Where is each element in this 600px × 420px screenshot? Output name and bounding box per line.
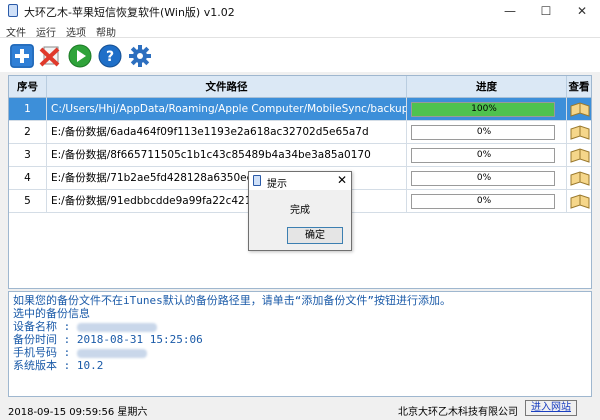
add-backup-button[interactable]: [10, 44, 34, 68]
menu-options[interactable]: 选项: [66, 24, 86, 39]
book-view-icon[interactable]: [570, 125, 590, 140]
dialog-close-button[interactable]: ✕: [337, 173, 347, 187]
help-button[interactable]: ?: [98, 44, 122, 68]
row-progress: 0%: [407, 190, 567, 213]
run-button[interactable]: [68, 44, 92, 68]
device-name-value-redacted: [76, 322, 157, 332]
backup-time-value: 2018-08-31 15:25:06: [76, 333, 203, 346]
phone-label: 手机号码 :: [13, 346, 71, 359]
progress-bar: 0%: [411, 148, 555, 163]
maximize-button[interactable]: ☐: [528, 2, 564, 20]
row-path: E:/备份数据/6ada464f09f113e1193e2a618ac32702…: [47, 121, 407, 144]
row-path: E:/备份数据/91edbbcdde9a99fa22c4212a0481f: [47, 190, 407, 213]
delete-icon: [39, 46, 60, 67]
dialog-message: 完成: [290, 205, 310, 216]
status-bar: 2018-09-15 09:59:56 星期六 北京大环乙木科技有限公司 进入网…: [0, 398, 600, 420]
row-num: 5: [9, 190, 47, 213]
progress-text: 0%: [476, 173, 492, 183]
play-icon: [68, 44, 92, 68]
app-phone-icon: [8, 4, 18, 17]
status-company: 北京大环乙木科技有限公司: [398, 407, 518, 418]
header-num: 序号: [9, 76, 47, 98]
row-progress: 0%: [407, 144, 567, 167]
progress-text: 0%: [476, 196, 492, 206]
backup-time-row: 备份时间 : 2018-08-31 15:25:06: [13, 333, 587, 346]
header-progress: 进度: [407, 76, 567, 98]
dialog-ok-button[interactable]: 确定: [287, 227, 343, 244]
book-view-icon[interactable]: [570, 171, 590, 186]
toolbar: ?: [0, 38, 600, 72]
status-datetime: 2018-09-15 09:59:56 星期六: [8, 407, 148, 418]
table-row[interactable]: 1 C:/Users/Hhj/AppData/Roaming/Apple Com…: [9, 98, 591, 121]
row-num: 3: [9, 144, 47, 167]
close-button[interactable]: ✕: [564, 2, 600, 20]
progress-text: 100%: [471, 104, 497, 114]
gear-icon: [129, 45, 151, 67]
version-label: 系统版本 :: [13, 359, 71, 372]
row-num: 1: [9, 98, 47, 121]
progress-bar: 100%: [411, 102, 555, 117]
table-row[interactable]: 3 E:/备份数据/8f665711505c1b1c43c85489b4a34b…: [9, 144, 591, 167]
phone-value-redacted: [76, 348, 147, 358]
svg-text:?: ?: [106, 49, 114, 65]
dialog-title-bar: 提示 ✕: [249, 172, 351, 190]
hint-text: 如果您的备份文件不在iTunes默认的备份路径里，请单击“添加备份文件”按钮进行…: [13, 294, 451, 307]
progress-text: 0%: [476, 127, 492, 137]
table-header: 序号 文件路径 进度 查看: [9, 76, 591, 98]
device-name-row: 设备名称 :: [13, 320, 587, 333]
row-view-cell[interactable]: [567, 167, 591, 190]
progress-bar: 0%: [411, 171, 555, 186]
row-progress: 0%: [407, 121, 567, 144]
version-value: 10.2: [76, 359, 104, 372]
row-num: 4: [9, 167, 47, 190]
minimize-button[interactable]: —: [492, 2, 528, 20]
book-view-icon[interactable]: [570, 194, 590, 209]
row-view-cell[interactable]: [567, 190, 591, 213]
row-view-cell[interactable]: [567, 144, 591, 167]
row-progress: 100%: [407, 98, 567, 121]
version-row: 系统版本 : 10.2: [13, 359, 587, 372]
row-num: 2: [9, 121, 47, 144]
settings-button[interactable]: [128, 44, 152, 68]
row-path: E:/备份数据/71b2ae5fd428128a6350ec9a8d642: [47, 167, 407, 190]
table-row[interactable]: 2 E:/备份数据/6ada464f09f113e1193e2a618ac327…: [9, 121, 591, 144]
title-bar: 大环乙木-苹果短信恢复软件(Win版) v1.02 — ☐ ✕: [0, 0, 600, 22]
row-view-cell[interactable]: [567, 121, 591, 144]
book-view-icon[interactable]: [570, 148, 590, 163]
phone-row: 手机号码 :: [13, 346, 587, 359]
delete-button[interactable]: [38, 44, 62, 68]
menu-file[interactable]: 文件: [6, 24, 26, 39]
header-path: 文件路径: [47, 76, 407, 98]
row-progress: 0%: [407, 167, 567, 190]
device-name-label: 设备名称 :: [13, 320, 71, 333]
progress-bar: 0%: [411, 194, 555, 209]
question-icon: ?: [98, 44, 122, 68]
menu-bar: 文件 运行 选项 帮助: [0, 22, 600, 39]
backup-time-label: 备份时间 :: [13, 333, 71, 346]
menu-help[interactable]: 帮助: [96, 24, 116, 39]
header-view: 查看: [568, 81, 590, 93]
selected-info-title: 选中的备份信息: [13, 307, 90, 320]
window-title: 大环乙木-苹果短信恢复软件(Win版) v1.02: [24, 6, 235, 19]
row-view-cell[interactable]: [567, 98, 591, 121]
menu-run[interactable]: 运行: [36, 24, 56, 39]
dialog-phone-icon: [253, 175, 261, 186]
plus-icon: [10, 44, 34, 68]
backup-info-panel: 如果您的备份文件不在iTunes默认的备份路径里，请单击“添加备份文件”按钮进行…: [8, 291, 592, 397]
progress-text: 0%: [476, 150, 492, 160]
prompt-dialog: 提示 ✕ 完成 确定: [248, 171, 352, 251]
row-path: E:/备份数据/8f665711505c1b1c43c85489b4a34be3…: [47, 144, 407, 167]
progress-bar: 0%: [411, 125, 555, 140]
dialog-title: 提示: [267, 179, 287, 190]
book-view-icon[interactable]: [570, 102, 590, 117]
row-path: C:/Users/Hhj/AppData/Roaming/Apple Compu…: [47, 98, 407, 121]
visit-website-link[interactable]: 进入网站: [525, 400, 577, 416]
